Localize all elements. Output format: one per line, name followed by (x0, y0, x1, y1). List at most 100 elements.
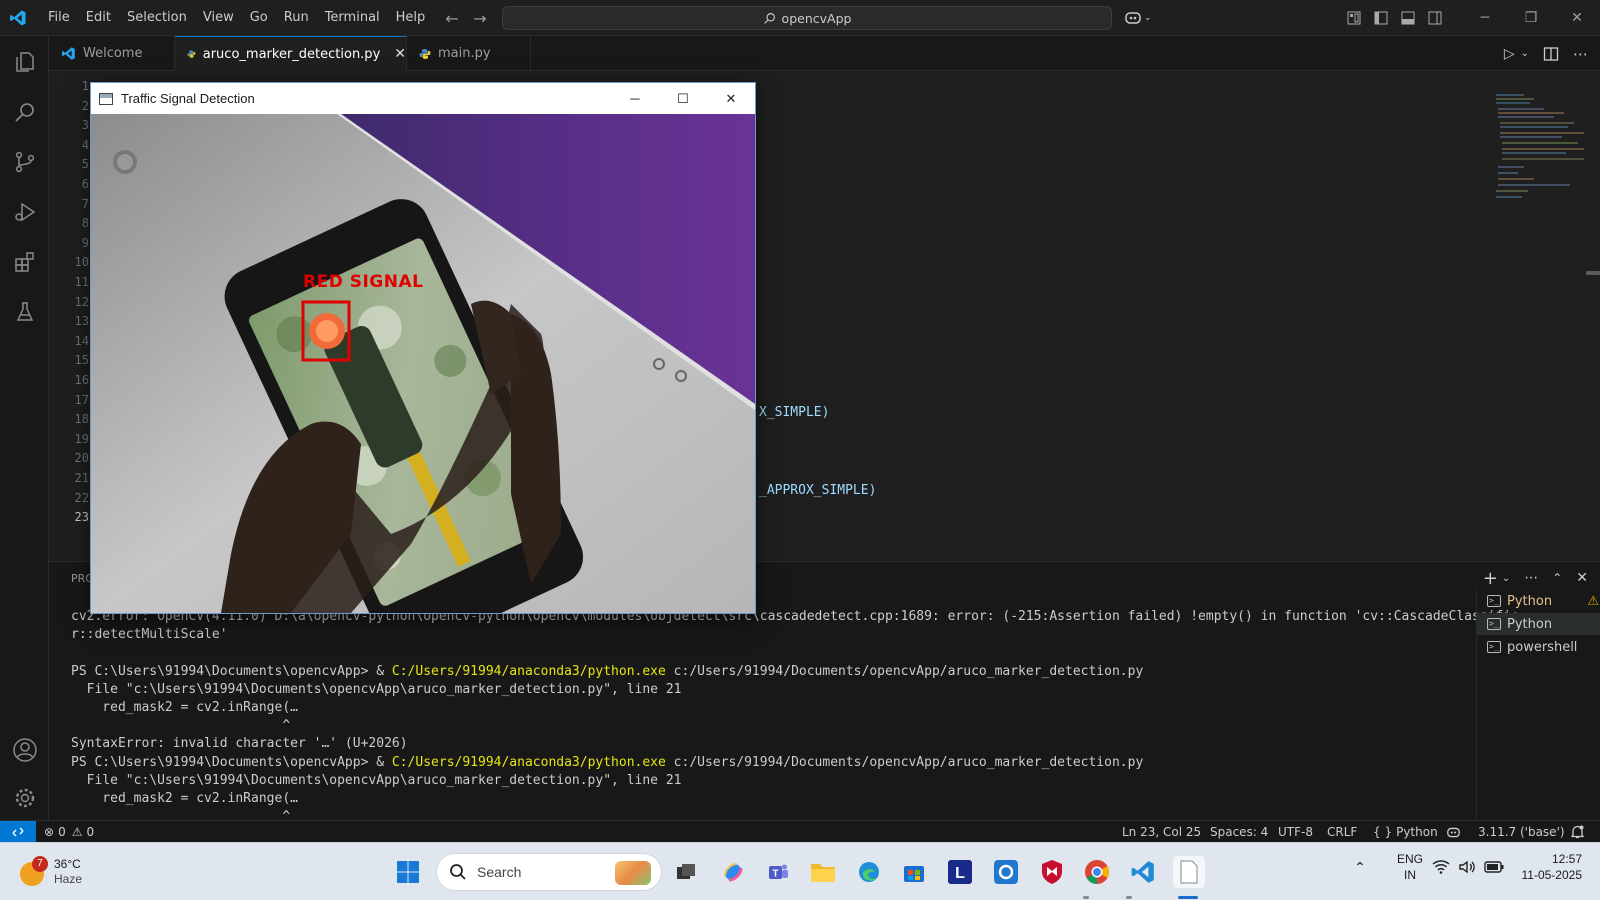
remote-indicator-icon[interactable] (0, 821, 36, 843)
tab-welcome[interactable]: Welcome (49, 36, 175, 71)
split-editor-icon[interactable] (1543, 46, 1559, 62)
more-actions-icon[interactable]: ⋯ (1524, 570, 1538, 586)
menu-terminal[interactable]: Terminal (317, 10, 388, 25)
terminal-item-python-1[interactable]: >_ Python ⚠ (1477, 590, 1600, 612)
l-app-icon[interactable]: L (944, 856, 976, 888)
settings-gear-icon[interactable] (0, 774, 49, 822)
maximize-panel-icon[interactable]: ⌃ (1552, 571, 1562, 585)
line-number: 16 (74, 373, 89, 387)
minimap[interactable] (1494, 91, 1586, 211)
notifications-bell-icon[interactable] (1571, 821, 1584, 843)
mcafee-icon[interactable] (1036, 856, 1068, 888)
error-icon: ⊗ (44, 825, 55, 839)
search-icon[interactable] (0, 88, 49, 136)
copilot-status-icon[interactable] (1446, 821, 1461, 843)
command-center[interactable]: opencvApp (502, 6, 1112, 30)
source-control-icon[interactable] (0, 138, 49, 186)
explorer-icon[interactable] (0, 38, 49, 86)
teams-icon[interactable]: T (762, 856, 794, 888)
windows-start-icon[interactable] (392, 856, 424, 888)
toggle-sidebar-icon[interactable] (1367, 0, 1394, 36)
popup-minimize-button[interactable]: ─ (611, 83, 659, 114)
minimize-button[interactable]: ─ (1462, 0, 1508, 36)
popup-title-bar[interactable]: Traffic Signal Detection ─ ☐ ✕ (91, 83, 755, 114)
file-explorer-icon[interactable] (807, 856, 839, 888)
search-highlight-icon (615, 861, 651, 885)
problems-indicator[interactable]: ⊗ 0 ⚠ 0 (44, 821, 94, 843)
encoding-indicator[interactable]: UTF-8 (1278, 821, 1313, 843)
popup-maximize-button[interactable]: ☐ (659, 83, 707, 114)
cursor-position[interactable]: Ln 23, Col 25 (1122, 821, 1201, 843)
language-top: ENG (1396, 852, 1423, 866)
tab-main[interactable]: main.py (407, 36, 531, 71)
language-indicator[interactable]: ENG IN (1388, 851, 1432, 883)
close-tab-icon[interactable]: ✕ (394, 46, 406, 62)
show-hidden-icons-chevron-icon[interactable]: ⌃ (1350, 860, 1370, 884)
clock[interactable]: 12:57 11-05-2025 (1506, 851, 1583, 883)
back-arrow-icon[interactable]: ← (438, 9, 466, 28)
forward-arrow-icon[interactable]: → (466, 9, 494, 28)
toggle-panel-icon[interactable] (1394, 0, 1421, 36)
traffic-signal-window[interactable]: Traffic Signal Detection ─ ☐ ✕ RED SIGNA… (90, 82, 756, 614)
terminal-output[interactable]: cv2.error: OpenCV(4.11.0) D:\a\opencv-py… (71, 608, 1519, 826)
menu-view[interactable]: View (195, 10, 242, 25)
close-button[interactable]: ✕ (1554, 0, 1600, 36)
activity-bar (0, 36, 49, 820)
menu-run[interactable]: Run (276, 10, 317, 25)
terminal-executable: C:/Users/91994/anaconda3/python.exe (391, 663, 666, 679)
chrome-icon[interactable] (1081, 856, 1113, 888)
copilot-button[interactable]: ⌄ (1124, 0, 1152, 36)
code-line-17-fragment[interactable]: X_SIMPLE) (759, 405, 829, 420)
opencv-window-taskbar-icon[interactable] (1173, 856, 1205, 888)
editor-scrollbar[interactable] (1586, 271, 1600, 275)
terminal-item-label: Python (1507, 593, 1553, 609)
extensions-icon[interactable] (0, 238, 49, 286)
edge-browser-icon[interactable] (853, 856, 885, 888)
toggle-secondary-sidebar-icon[interactable] (1421, 0, 1448, 36)
svg-text:L: L (955, 865, 965, 882)
vscode-taskbar-icon[interactable] (1127, 856, 1159, 888)
weather-badge: 7 (32, 856, 48, 872)
windows-taskbar: 7 36°C Haze Search T L ⌃ ENG IN 12:57 11… (0, 842, 1600, 900)
popup-close-button[interactable]: ✕ (707, 83, 755, 114)
popup-title: Traffic Signal Detection (121, 91, 255, 106)
chevron-down-icon[interactable]: ⌄ (1502, 573, 1510, 584)
eol-indicator[interactable]: CRLF (1327, 821, 1357, 843)
customize-layout-icon[interactable] (1340, 0, 1367, 36)
menu-go[interactable]: Go (242, 10, 276, 25)
accounts-icon[interactable] (0, 726, 49, 774)
run-debug-icon[interactable] (0, 188, 49, 236)
line-number: 2 (81, 98, 89, 113)
restore-button[interactable]: ❐ (1508, 0, 1554, 36)
line-number: 6 (81, 177, 89, 191)
terminal-line: ^ (71, 718, 291, 734)
line-number: 14 (74, 333, 89, 348)
more-actions-icon[interactable]: ⋯ (1573, 45, 1588, 63)
testing-icon[interactable] (0, 288, 49, 336)
new-terminal-icon[interactable]: + (1483, 568, 1498, 589)
chevron-down-icon[interactable]: ⌄ (1521, 48, 1529, 59)
battery-icon (1484, 861, 1504, 873)
language-mode[interactable]: { } Python (1373, 821, 1438, 843)
menu-help[interactable]: Help (388, 10, 434, 25)
run-python-file-icon[interactable]: ▷ (1504, 46, 1515, 62)
menu-selection[interactable]: Selection (119, 10, 195, 25)
python-interpreter[interactable]: 3.11.7 ('base') (1478, 821, 1565, 843)
close-panel-icon[interactable]: ✕ (1576, 570, 1588, 586)
terminal-item-python-2[interactable]: >_ Python (1477, 613, 1600, 635)
microsoft-store-icon[interactable] (898, 856, 930, 888)
copilot-app-icon[interactable] (717, 856, 749, 888)
tab-aruco-marker-detection[interactable]: aruco_marker_detection.py ✕ (175, 36, 407, 71)
weather-widget[interactable]: 7 36°C Haze (18, 851, 82, 893)
copilot-icon (1125, 12, 1141, 24)
blue-app-icon[interactable] (990, 856, 1022, 888)
task-view-icon[interactable] (670, 856, 702, 888)
system-tray-quick-settings[interactable] (1432, 859, 1504, 875)
code-line-21-fragment[interactable]: _APPROX_SIMPLE) (759, 483, 876, 498)
line-number: 5 (81, 157, 89, 172)
menu-edit[interactable]: Edit (78, 10, 119, 25)
terminal-item-powershell[interactable]: >_ powershell (1477, 636, 1600, 658)
indentation-indicator[interactable]: Spaces: 4 (1210, 821, 1268, 843)
menu-file[interactable]: File (40, 10, 78, 25)
taskbar-search[interactable]: Search (436, 853, 662, 891)
